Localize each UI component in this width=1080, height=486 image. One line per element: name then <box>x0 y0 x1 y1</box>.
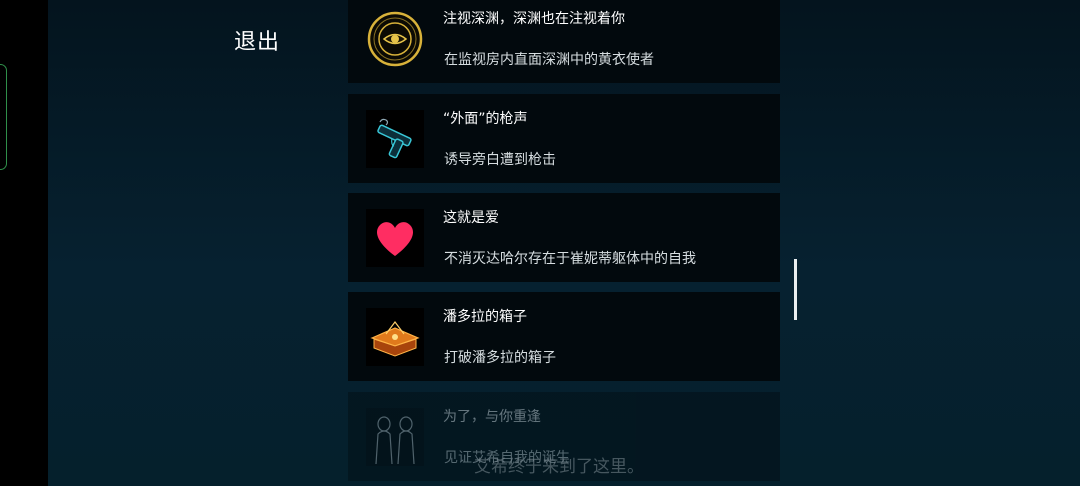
side-panel-handle[interactable] <box>0 64 7 170</box>
achievement-card[interactable]: 这就是爱 不消灭达哈尔存在于崔妮蒂躯体中的自我 <box>348 193 780 282</box>
achievement-card[interactable]: 注视深渊，深渊也在注视着你 在监视房内直面深渊中的黄衣使者 <box>348 0 780 83</box>
achievement-desc: 诱导旁白遭到枪击 <box>444 152 556 168</box>
achievement-title: 为了，与你重逢 <box>443 409 541 425</box>
achievement-title: 潘多拉的箱子 <box>443 309 527 325</box>
left-edge-strip <box>0 0 48 486</box>
achievement-desc: 不消灭达哈尔存在于崔妮蒂躯体中的自我 <box>444 251 696 267</box>
achievement-list[interactable]: 注视深渊，深渊也在注视着你 在监视房内直面深渊中的黄衣使者 “外面”的枪声 诱导… <box>348 0 780 486</box>
pistol-icon <box>366 110 424 168</box>
achievement-card[interactable]: “外面”的枪声 诱导旁白遭到枪击 <box>348 94 780 183</box>
eye-emblem-icon <box>366 10 424 68</box>
pandora-box-icon <box>366 308 424 366</box>
achievement-card[interactable]: 潘多拉的箱子 打破潘多拉的箱子 <box>348 292 780 381</box>
achievement-title: “外面”的枪声 <box>443 111 528 127</box>
achievement-desc: 在监视房内直面深渊中的黄衣使者 <box>444 52 654 68</box>
scrollbar-thumb[interactable] <box>794 259 797 320</box>
exit-button[interactable]: 退出 <box>234 24 280 56</box>
twin-figures-icon <box>366 408 424 466</box>
achievement-desc: 打破潘多拉的箱子 <box>444 350 556 366</box>
story-caption: 艾希终于来到了这里。 <box>474 457 644 477</box>
achievement-title: 注视深渊，深渊也在注视着你 <box>443 11 625 27</box>
achievement-title: 这就是爱 <box>443 210 499 226</box>
heart-icon <box>366 209 424 267</box>
